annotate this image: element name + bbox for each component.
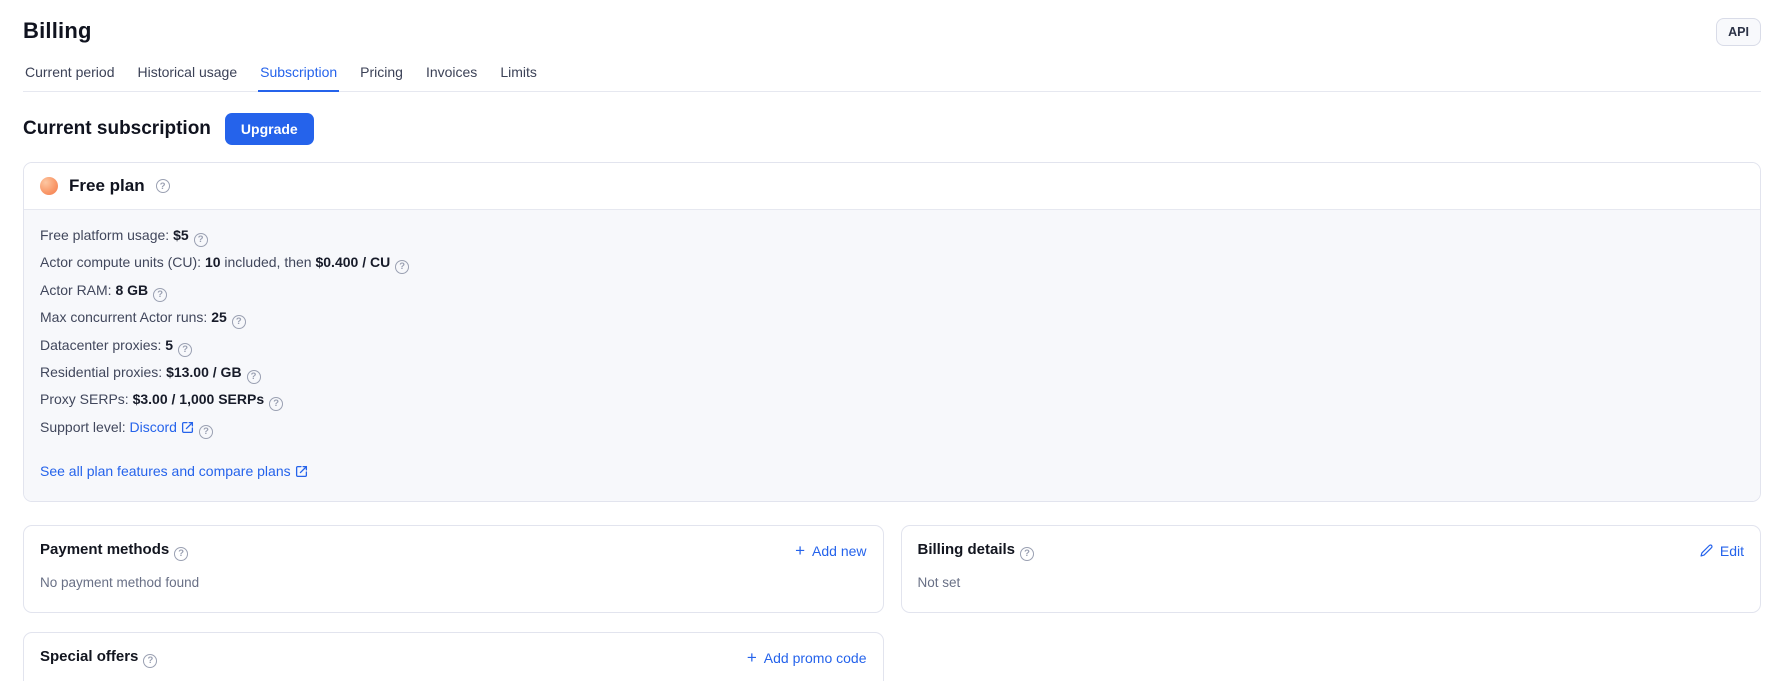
payment-methods-title-wrap: Payment methods?	[40, 541, 188, 561]
edit-billing-details-button[interactable]: Edit	[1700, 543, 1744, 559]
help-icon[interactable]: ?	[143, 654, 157, 668]
plan-card: Free plan ? Free platform usage: $5?Acto…	[23, 162, 1761, 502]
edit-billing-details-label: Edit	[1720, 543, 1744, 559]
feature-text: Support level:	[40, 419, 130, 435]
external-link-icon	[181, 421, 194, 434]
help-icon[interactable]: ?	[247, 370, 261, 384]
feature-text: 10	[205, 254, 221, 270]
tab-historical-usage[interactable]: Historical usage	[136, 62, 240, 91]
special-offers-row: Special offers? + Add promo code	[23, 632, 1761, 681]
page-title: Billing	[23, 18, 92, 44]
help-icon[interactable]: ?	[1020, 547, 1034, 561]
help-icon[interactable]: ?	[156, 179, 170, 193]
billing-details-head: Billing details? Edit	[918, 541, 1745, 561]
tab-pricing[interactable]: Pricing	[358, 62, 405, 91]
plan-feature-list: Free platform usage: $5?Actor compute un…	[40, 227, 1744, 439]
feature-text: 5	[165, 337, 173, 353]
feature-text: Max concurrent Actor runs:	[40, 309, 211, 325]
billing-details-title: Billing details	[918, 541, 1016, 558]
add-promo-code-label: Add promo code	[764, 650, 867, 666]
plan-card-header: Free plan ?	[24, 163, 1760, 210]
feature-text: Residential proxies:	[40, 364, 166, 380]
add-payment-method-button[interactable]: + Add new	[795, 543, 866, 559]
api-button[interactable]: API	[1716, 18, 1761, 46]
payment-methods-head: Payment methods? + Add new	[40, 541, 867, 561]
pencil-icon	[1700, 544, 1713, 557]
feature-text: $13.00 / GB	[166, 364, 242, 380]
billing-details-empty-text: Not set	[918, 575, 1745, 590]
compare-plans-link[interactable]: See all plan features and compare plans	[40, 463, 308, 479]
add-payment-method-label: Add new	[812, 543, 866, 559]
plan-feature-row: Datacenter proxies: 5?	[40, 337, 1744, 357]
current-subscription-section-header: Current subscription Upgrade	[23, 113, 1761, 145]
tab-invoices[interactable]: Invoices	[424, 62, 479, 91]
help-icon[interactable]: ?	[174, 547, 188, 561]
billing-details-title-wrap: Billing details?	[918, 541, 1035, 561]
special-offers-title-wrap: Special offers?	[40, 648, 157, 668]
feature-text: Free platform usage:	[40, 227, 173, 243]
special-offers-head: Special offers? + Add promo code	[40, 648, 867, 668]
section-title: Current subscription	[23, 118, 211, 140]
spacer	[901, 632, 1762, 681]
plan-feature-row: Residential proxies: $13.00 / GB?	[40, 364, 1744, 384]
plus-icon: +	[795, 544, 805, 558]
plan-feature-row: Actor compute units (CU): 10 included, t…	[40, 254, 1744, 274]
help-icon[interactable]: ?	[395, 260, 409, 274]
plan-feature-row: Actor RAM: 8 GB?	[40, 282, 1744, 302]
billing-cards-row: Payment methods? + Add new No payment met…	[23, 525, 1761, 613]
special-offers-card: Special offers? + Add promo code	[23, 632, 884, 681]
plan-tier-icon	[40, 177, 58, 195]
plan-card-body: Free platform usage: $5?Actor compute un…	[24, 210, 1760, 501]
billing-page: Billing API Current period Historical usa…	[0, 0, 1780, 681]
discord-link[interactable]: Discord	[130, 419, 194, 435]
billing-details-card: Billing details? Edit Not set	[901, 525, 1762, 613]
help-icon[interactable]: ?	[153, 288, 167, 302]
help-icon[interactable]: ?	[194, 233, 208, 247]
plan-feature-row: Free platform usage: $5?	[40, 227, 1744, 247]
plus-icon: +	[747, 651, 757, 665]
tab-subscription[interactable]: Subscription	[258, 62, 339, 91]
payment-methods-card: Payment methods? + Add new No payment met…	[23, 525, 884, 613]
plan-name: Free plan	[69, 176, 145, 196]
feature-text: 25	[211, 309, 227, 325]
plan-feature-row: Max concurrent Actor runs: 25?	[40, 309, 1744, 329]
feature-text: Actor RAM:	[40, 282, 115, 298]
feature-text: Actor compute units (CU):	[40, 254, 205, 270]
help-icon[interactable]: ?	[232, 315, 246, 329]
external-link-icon	[295, 465, 308, 478]
feature-text: $3.00 / 1,000 SERPs	[133, 391, 265, 407]
feature-text: $5	[173, 227, 189, 243]
add-promo-code-button[interactable]: + Add promo code	[747, 650, 867, 666]
feature-text: Proxy SERPs:	[40, 391, 133, 407]
tab-bar: Current period Historical usage Subscripti…	[23, 62, 1761, 92]
help-icon[interactable]: ?	[199, 425, 213, 439]
tab-limits[interactable]: Limits	[498, 62, 539, 91]
payment-methods-title: Payment methods	[40, 541, 169, 558]
plan-feature-row: Proxy SERPs: $3.00 / 1,000 SERPs?	[40, 391, 1744, 411]
feature-text: Datacenter proxies:	[40, 337, 165, 353]
tab-current-period[interactable]: Current period	[23, 62, 117, 91]
page-header: Billing API	[23, 18, 1761, 46]
feature-text: included, then	[221, 254, 316, 270]
payment-methods-empty-text: No payment method found	[40, 575, 867, 590]
help-icon[interactable]: ?	[178, 343, 192, 357]
upgrade-button[interactable]: Upgrade	[225, 113, 314, 145]
feature-text: 8 GB	[115, 282, 148, 298]
help-icon[interactable]: ?	[269, 397, 283, 411]
plan-feature-row: Support level: Discord?	[40, 419, 1744, 439]
special-offers-title: Special offers	[40, 648, 138, 665]
feature-text: $0.400 / CU	[315, 254, 390, 270]
